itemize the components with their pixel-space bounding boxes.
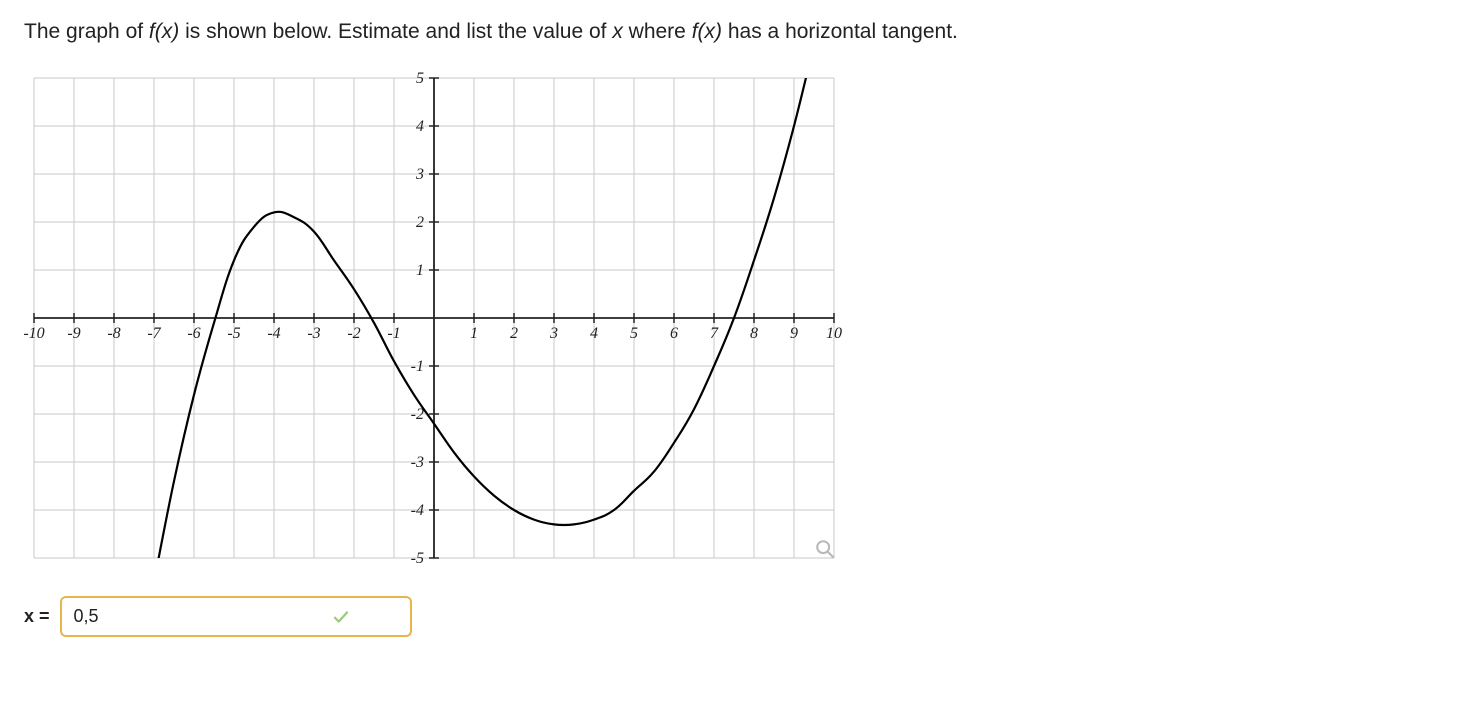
x-tick-label: 2 <box>510 325 518 342</box>
x-tick-label: -5 <box>227 325 240 342</box>
x-tick-label: 9 <box>790 325 798 342</box>
question-text: The graph of f(x) is shown below. Estima… <box>24 20 1440 44</box>
x-tick-label: -9 <box>67 325 80 342</box>
x-tick-label: 6 <box>670 325 678 342</box>
x-tick-label: -6 <box>187 325 200 342</box>
x-tick-label: -2 <box>347 325 360 342</box>
x-tick-label: 7 <box>710 325 719 342</box>
x-tick-label: 3 <box>549 325 558 342</box>
chart-svg: -10-9-8-7-6-5-4-3-2-112345678910-5-4-3-2… <box>24 68 844 568</box>
y-tick-label: -5 <box>411 550 424 567</box>
answer-input[interactable] <box>60 596 412 637</box>
x-tick-label: -7 <box>147 325 161 342</box>
answer-label: x = <box>24 606 50 627</box>
zoom-icon[interactable] <box>814 538 836 560</box>
x-tick-label: -8 <box>107 325 120 342</box>
x-tick-label: 5 <box>630 325 638 342</box>
chart-container: -10-9-8-7-6-5-4-3-2-112345678910-5-4-3-2… <box>24 68 844 568</box>
y-tick-label: 4 <box>416 118 424 135</box>
x-tick-label: 10 <box>826 325 842 342</box>
x-tick-label: 1 <box>470 325 478 342</box>
x-tick-label: 8 <box>750 325 758 342</box>
y-tick-label: 1 <box>416 262 424 279</box>
x-tick-label: 4 <box>590 325 598 342</box>
x-tick-label: -1 <box>387 325 400 342</box>
y-tick-label: -1 <box>411 358 424 375</box>
y-tick-label: 3 <box>415 166 424 183</box>
x-tick-label: -4 <box>267 325 280 342</box>
x-tick-label: -3 <box>307 325 320 342</box>
x-tick-label: -10 <box>24 325 45 342</box>
y-tick-label: 2 <box>416 214 424 231</box>
answer-row: x = <box>24 596 1440 637</box>
y-tick-label: -4 <box>411 502 424 519</box>
y-tick-label: -3 <box>411 454 424 471</box>
y-tick-label: 5 <box>416 70 424 87</box>
